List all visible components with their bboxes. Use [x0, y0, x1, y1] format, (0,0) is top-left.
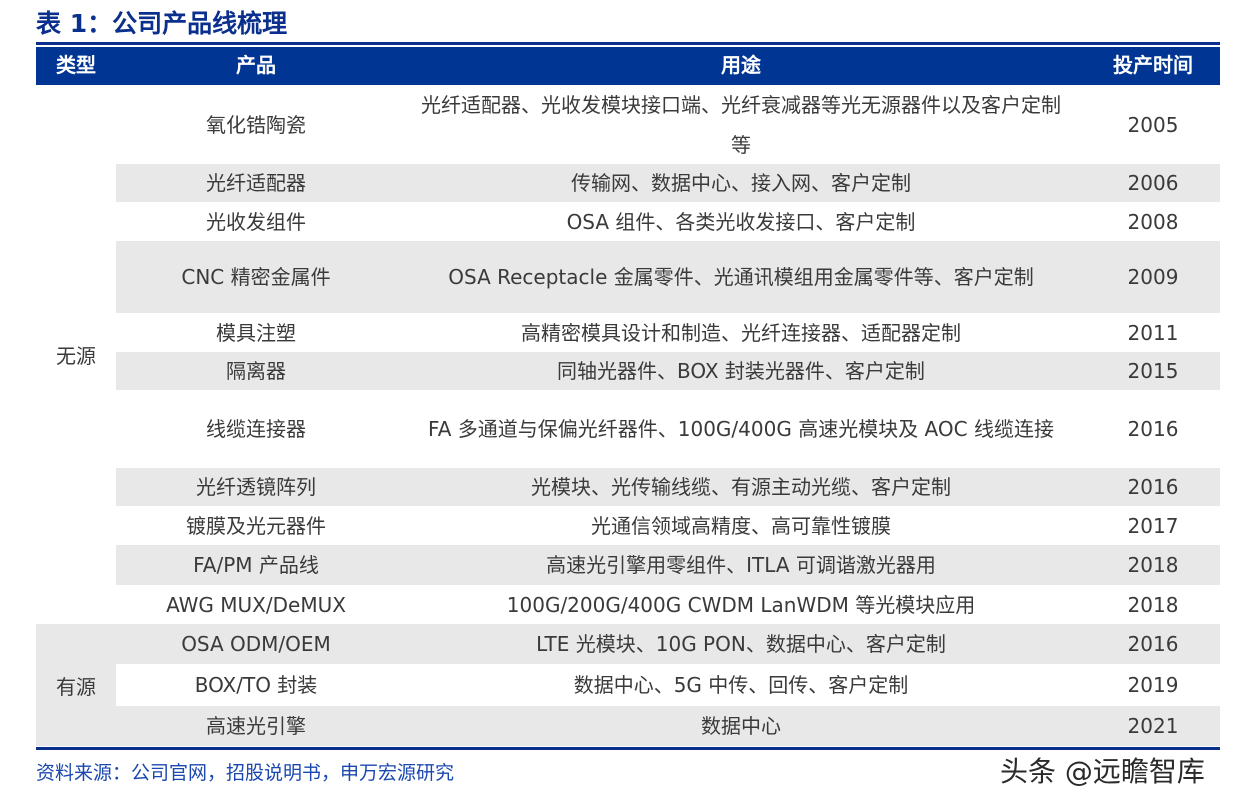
year-cell: 2011 [1127, 320, 1179, 345]
year-cell: 2008 [1127, 209, 1179, 234]
product-cell: 光纤适配器 [206, 171, 306, 195]
table-row: 氧化锆陶瓷 光纤适配器、光收发模块接口端、光纤衰减器等光无源器件以及客户定制等 20… [36, 85, 1220, 164]
header-type: 类型 [56, 53, 96, 77]
use-cell: 传输网、数据中心、接入网、客户定制 [571, 171, 911, 195]
table-row: 光收发组件 OSA 组件、各类光收发接口、客户定制 2008 [36, 202, 1220, 241]
table-bottom-divider [36, 747, 1220, 750]
table-row: 光纤透镜阵列 光模块、光传输线缆、有源主动光缆、客户定制 2016 [36, 468, 1220, 506]
year-cell: 2018 [1127, 592, 1179, 617]
product-cell: 高速光引擎 [206, 714, 306, 738]
product-cell: 氧化锆陶瓷 [206, 112, 306, 137]
year-cell: 2017 [1127, 513, 1179, 538]
product-cell: OSA ODM/OEM [181, 632, 331, 656]
table-row: OSA ODM/OEM LTE 光模块、10G PON、数据中心、客户定制 2016 [36, 624, 1220, 664]
use-cell: 光纤适配器、光收发模块接口端、光纤衰减器等光无源器件以及客户定制等 [421, 92, 1061, 157]
table-row: 光纤适配器 传输网、数据中心、接入网、客户定制 2006 [36, 164, 1220, 202]
year-cell: 2016 [1127, 417, 1179, 441]
product-cell: 线缆连接器 [206, 417, 306, 441]
source-note: 资料来源：公司官网，招股说明书，申万宏源研究 [36, 762, 455, 784]
product-cell: CNC 精密金属件 [181, 265, 331, 289]
table-row: AWG MUX/DeMUX 100G/200G/400G CWDM LanWDM … [36, 585, 1220, 624]
title-divider [36, 42, 1220, 45]
product-cell: AWG MUX/DeMUX [166, 592, 346, 617]
use-cell: 光通信领域高精度、高可靠性镀膜 [591, 513, 891, 538]
table-row: CNC 精密金属件 OSA Receptacle 金属零件、光通讯模组用金属零件等… [36, 241, 1220, 313]
table-row: BOX/TO 封装 数据中心、5G 中传、回传、客户定制 2019 [36, 664, 1220, 706]
product-cell: 光收发组件 [206, 209, 306, 234]
table-header: 类型 产品 用途 投产时间 [36, 47, 1220, 85]
table-row: 高速光引擎 数据中心 2021 [36, 706, 1220, 746]
use-cell: LTE 光模块、10G PON、数据中心、客户定制 [536, 632, 946, 656]
use-cell: 光模块、光传输线缆、有源主动光缆、客户定制 [531, 475, 951, 499]
year-cell: 2019 [1127, 673, 1179, 697]
header-year: 投产时间 [1113, 53, 1193, 77]
header-use: 用途 [721, 53, 761, 77]
header-product: 产品 [236, 53, 276, 77]
use-cell: 同轴光器件、BOX 封装光器件、客户定制 [557, 359, 925, 383]
table-row: 隔离器 同轴光器件、BOX 封装光器件、客户定制 2015 [36, 352, 1220, 390]
product-cell: BOX/TO 封装 [194, 673, 318, 697]
product-cell: 隔离器 [226, 359, 286, 383]
use-cell: 数据中心 [701, 714, 781, 738]
year-cell: 2005 [1127, 112, 1179, 137]
use-cell: 高速光引擎用零组件、ITLA 可调谐激光器用 [546, 553, 936, 577]
year-cell: 2016 [1127, 632, 1179, 656]
year-cell: 2016 [1127, 475, 1179, 499]
use-cell: 100G/200G/400G CWDM LanWDM 等光模块应用 [506, 592, 976, 617]
year-cell: 2018 [1127, 553, 1179, 577]
watermark: 头条 @远瞻智库 [1000, 755, 1205, 788]
product-cell: 模具注塑 [216, 320, 296, 345]
use-cell: 数据中心、5G 中传、回传、客户定制 [573, 673, 909, 697]
use-cell: OSA 组件、各类光收发接口、客户定制 [566, 209, 916, 234]
table-row: FA/PM 产品线 高速光引擎用零组件、ITLA 可调谐激光器用 2018 [36, 545, 1220, 585]
table-row: 线缆连接器 FA 多通道与保偏光纤器件、100G/400G 高速光模块及 AOC … [36, 390, 1220, 468]
use-cell: OSA Receptacle 金属零件、光通讯模组用金属零件等、客户定制 [448, 265, 1034, 289]
table-row: 模具注塑 高精密模具设计和制造、光纤连接器、适配器定制 2011 [36, 313, 1220, 352]
product-cell: 镀膜及光元器件 [186, 513, 326, 538]
year-cell: 2021 [1127, 714, 1179, 738]
year-cell: 2006 [1127, 171, 1179, 195]
use-cell: FA 多通道与保偏光纤器件、100G/400G 高速光模块及 AOC 线缆连接 [428, 417, 1054, 441]
table-row: 镀膜及光元器件 光通信领域高精度、高可靠性镀膜 2017 [36, 506, 1220, 545]
year-cell: 2009 [1127, 265, 1179, 289]
year-cell: 2015 [1127, 359, 1179, 383]
use-cell: 高精密模具设计和制造、光纤连接器、适配器定制 [521, 320, 961, 345]
product-cell: 光纤透镜阵列 [196, 475, 316, 499]
table-title: 表 1：公司产品线梳理 [36, 9, 288, 38]
product-cell: FA/PM 产品线 [193, 553, 319, 577]
